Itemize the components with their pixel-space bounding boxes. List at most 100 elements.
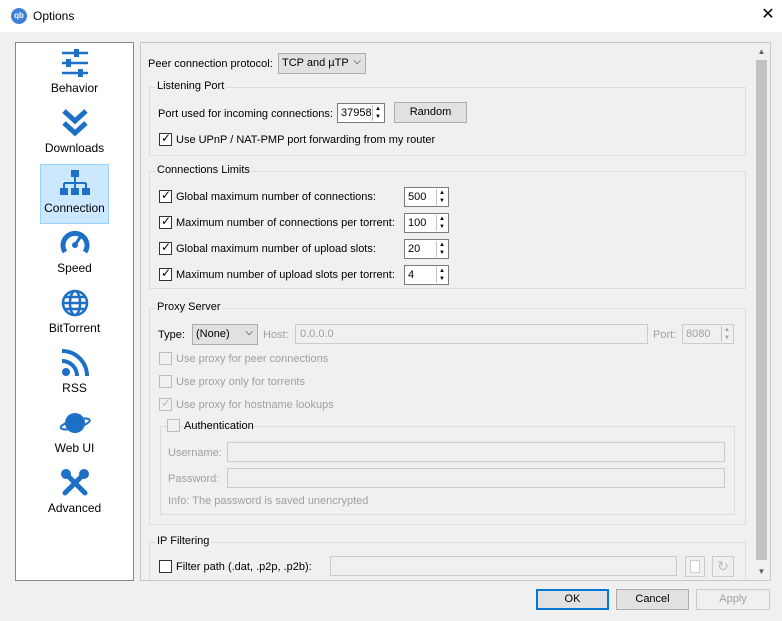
protocol-select[interactable]: TCP and µTP ⌵	[278, 53, 366, 74]
max-upload-slots-per-torrent-spinbox[interactable]: 4 ▲ ▼	[404, 265, 449, 285]
spin-value: 100	[408, 217, 427, 229]
spin-arrows-icon[interactable]: ▲ ▼	[372, 105, 383, 121]
spin-arrows-icon[interactable]: ▲ ▼	[436, 241, 447, 257]
password-label: Password:	[168, 473, 220, 485]
globe-icon	[61, 289, 88, 317]
spin-arrows-icon[interactable]: ▲ ▼	[436, 267, 447, 283]
network-icon	[59, 170, 90, 195]
proxy-port-spinbox[interactable]: 8080 ▲ ▼	[682, 324, 734, 344]
max-connections-per-torrent-spinbox[interactable]: 100 ▲ ▼	[404, 213, 449, 233]
random-port-button[interactable]: Random	[394, 102, 467, 123]
filter-path-checkbox[interactable]	[159, 560, 172, 573]
sidebar-item-label: BitTorrent	[48, 321, 101, 335]
spin-arrows-icon[interactable]: ▲ ▼	[721, 326, 732, 342]
username-field[interactable]	[227, 442, 725, 462]
ok-button[interactable]: OK	[536, 589, 609, 610]
cancel-button[interactable]: Cancel	[616, 589, 689, 610]
global-max-upload-slots-label: Global maximum number of upload slots:	[176, 243, 376, 255]
proxy-type-select[interactable]: (None) ⌵	[192, 324, 258, 345]
global-max-connections-label: Global maximum number of connections:	[176, 191, 376, 203]
filter-path-label: Filter path (.dat, .p2p, .p2b):	[176, 561, 312, 573]
ip-filtering-title: IP Filtering	[155, 535, 212, 547]
sidebar-item-advanced[interactable]: Advanced	[16, 465, 133, 525]
protocol-label: Peer connection protocol:	[148, 58, 273, 70]
apply-button[interactable]: Apply	[696, 589, 770, 610]
spin-value: 8080	[686, 328, 711, 340]
filter-path-field[interactable]	[330, 556, 677, 576]
global-max-connections-spinbox[interactable]: 500 ▲ ▼	[404, 187, 449, 207]
chevron-down-icon: ⌵	[245, 327, 253, 338]
proxy-port-label: Port:	[653, 329, 677, 341]
checkmark-icon: ✓	[161, 131, 172, 145]
refresh-icon: ↻	[717, 558, 729, 574]
proxy-type-label: Type:	[158, 329, 185, 341]
proxy-hostname-label: Use proxy for hostname lookups	[176, 399, 334, 411]
authentication-checkbox[interactable]	[167, 419, 180, 432]
port-value: 37958	[341, 107, 372, 119]
sidebar-item-label: Advanced	[47, 501, 102, 515]
password-info: Info: The password is saved unencrypted	[168, 495, 369, 507]
listening-port-title: Listening Port	[155, 80, 227, 92]
sidebar-item-label: Speed	[57, 261, 92, 275]
spin-value: 500	[408, 191, 427, 203]
proxy-peer-checkbox[interactable]	[159, 352, 172, 365]
proxy-peer-label: Use proxy for peer connections	[176, 353, 329, 365]
tools-icon	[60, 469, 89, 496]
sidebar-item-rss[interactable]: RSS	[16, 345, 133, 405]
connection-limits-title: Connections Limits	[155, 164, 252, 176]
reload-button[interactable]: ↻	[712, 556, 734, 577]
sidebar-item-label: Web UI	[54, 441, 95, 455]
proxy-torrents-only-label: Use proxy only for torrents	[176, 376, 305, 388]
global-max-upload-slots-checkbox[interactable]: ✓	[159, 240, 172, 255]
protocol-value: TCP and µTP	[282, 57, 349, 69]
sidebar-item-downloads[interactable]: Downloads	[16, 105, 133, 165]
port-spinbox[interactable]: 37958 ▲ ▼	[337, 103, 385, 123]
close-icon[interactable]: ✕	[757, 4, 779, 26]
vertical-scrollbar[interactable]: ▲ ▼	[753, 43, 770, 580]
title-bar	[0, 0, 782, 32]
speedometer-icon	[60, 230, 89, 254]
global-max-connections-checkbox[interactable]: ✓	[159, 188, 172, 203]
spin-arrows-icon[interactable]: ▲ ▼	[436, 215, 447, 231]
sidebar-item-label: Behavior	[50, 81, 99, 95]
app-icon: qb	[11, 8, 27, 24]
spin-value: 4	[408, 269, 415, 281]
password-field[interactable]	[227, 468, 725, 488]
max-connections-per-torrent-checkbox[interactable]: ✓	[159, 214, 172, 229]
sidebar-item-webui[interactable]: Web UI	[16, 405, 133, 465]
spin-value: 20	[408, 243, 421, 255]
checkmark-icon: ✓	[161, 188, 172, 202]
rss-icon	[61, 349, 89, 377]
scroll-up-icon[interactable]: ▲	[753, 43, 770, 60]
username-label: Username:	[168, 447, 222, 459]
options-sidebar: Behavior Downloads Connection Speed BitT…	[15, 42, 134, 581]
connection-settings-panel: Peer connection protocol: TCP and µTP ⌵ …	[140, 42, 771, 581]
proxy-server-title: Proxy Server	[155, 301, 223, 313]
chevron-down-icon: ⌵	[353, 56, 361, 67]
browse-button[interactable]	[685, 556, 705, 577]
max-connections-per-torrent-label: Maximum number of connections per torren…	[176, 217, 395, 229]
max-upload-slots-per-torrent-label: Maximum number of upload slots per torre…	[176, 269, 395, 281]
proxy-torrents-only-checkbox[interactable]	[159, 375, 172, 388]
upnp-label: Use UPnP / NAT-PMP port forwarding from …	[176, 134, 436, 146]
sidebar-item-label: RSS	[62, 381, 87, 395]
sidebar-item-speed[interactable]: Speed	[16, 225, 133, 285]
proxy-hostname-checkbox[interactable]: ✓	[159, 396, 172, 411]
checkmark-icon: ✓	[161, 266, 172, 280]
sidebar-item-behavior[interactable]: Behavior	[16, 45, 133, 105]
spin-arrows-icon[interactable]: ▲ ▼	[436, 189, 447, 205]
max-upload-slots-per-torrent-checkbox[interactable]: ✓	[159, 266, 172, 281]
sidebar-item-bittorrent[interactable]: BitTorrent	[16, 285, 133, 345]
sliders-icon	[61, 49, 88, 77]
sidebar-item-connection[interactable]: Connection	[40, 164, 109, 224]
scroll-down-icon[interactable]: ▼	[753, 563, 770, 580]
upnp-checkbox[interactable]: ✓	[159, 131, 172, 146]
proxy-host-field[interactable]: 0.0.0.0	[295, 324, 648, 344]
checkmark-icon: ✓	[161, 240, 172, 254]
global-max-upload-slots-spinbox[interactable]: 20 ▲ ▼	[404, 239, 449, 259]
file-icon	[690, 560, 700, 573]
proxy-host-label: Host:	[263, 329, 289, 341]
checkmark-icon: ✓	[161, 214, 172, 228]
sidebar-item-label: Connection	[44, 201, 105, 215]
scroll-thumb[interactable]	[756, 60, 767, 560]
